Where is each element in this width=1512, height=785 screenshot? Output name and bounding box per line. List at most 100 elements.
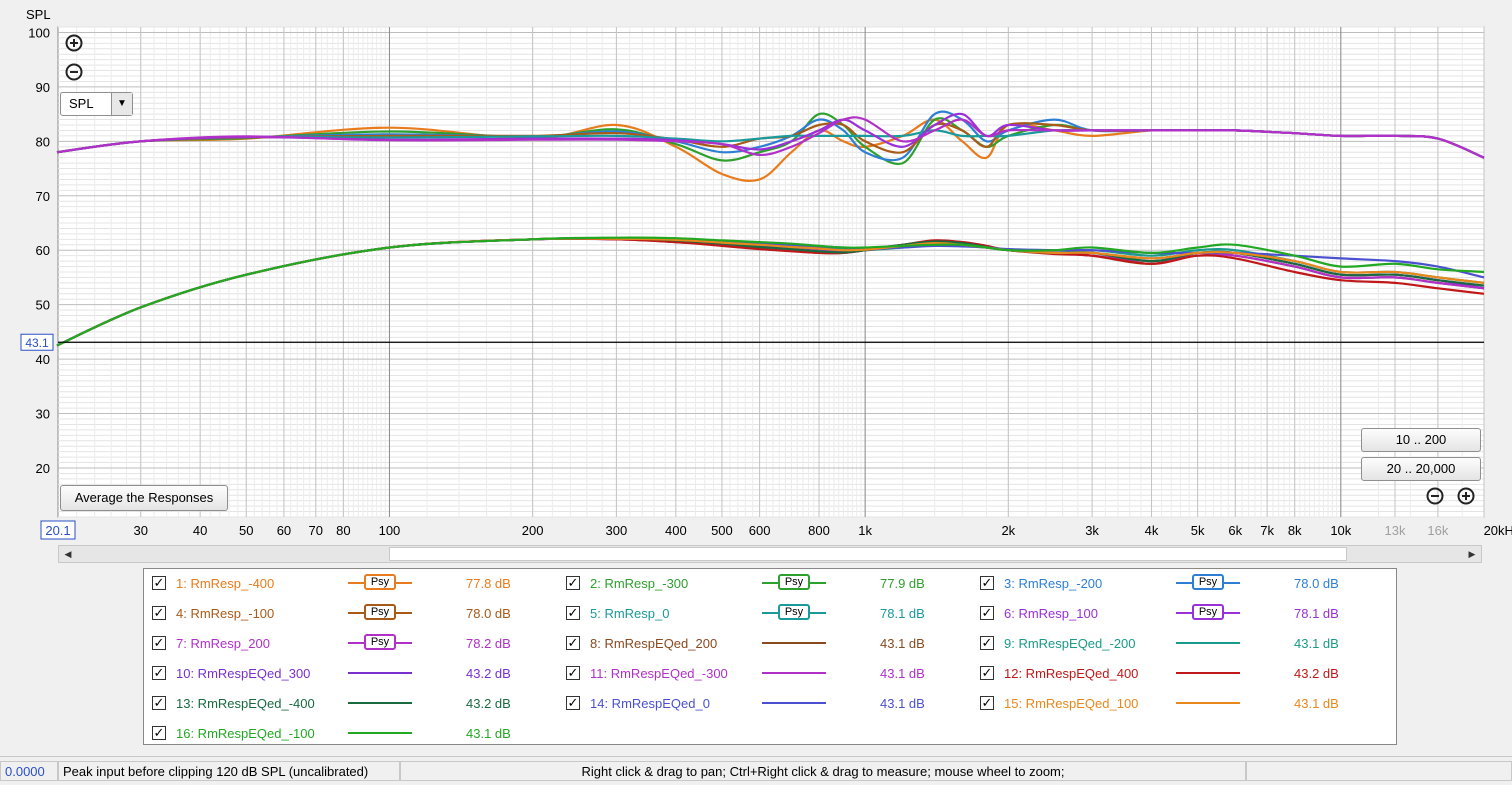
legend-swatch bbox=[1176, 642, 1240, 644]
psy-button[interactable]: Psy bbox=[364, 574, 396, 590]
x-tick-label: 20kHz bbox=[1484, 523, 1512, 538]
range-20-20000-button[interactable]: 20 .. 20,000 bbox=[1361, 457, 1481, 481]
legend-checkbox[interactable]: ✓ bbox=[980, 696, 994, 710]
legend-item: ✓ 6: RmResp_100 Psy 78.1 dB bbox=[976, 602, 1386, 624]
legend-swatch bbox=[1176, 672, 1240, 674]
legend-name: 11: RmRespEQed_-300 bbox=[590, 666, 728, 681]
range-10-200-button[interactable]: 10 .. 200 bbox=[1361, 428, 1481, 452]
psy-button[interactable]: Psy bbox=[1192, 604, 1224, 620]
legend-item: ✓ 8: RmRespEQed_200 43.1 dB bbox=[562, 632, 972, 654]
horizontal-scrollbar[interactable]: ◀ ▶ bbox=[58, 545, 1482, 563]
x-tick-label: 2k bbox=[1001, 523, 1015, 538]
y-tick-label: 100 bbox=[28, 25, 50, 40]
psy-button[interactable]: Psy bbox=[364, 634, 396, 650]
psy-button[interactable]: Psy bbox=[778, 574, 810, 590]
x-tick-label: 6k bbox=[1228, 523, 1242, 538]
legend-checkbox[interactable]: ✓ bbox=[566, 666, 580, 680]
legend-name: 16: RmRespEQed_-100 bbox=[176, 726, 315, 741]
x-start-label: 20.1 bbox=[45, 523, 70, 538]
status-empty bbox=[1246, 761, 1512, 781]
legend-swatch bbox=[762, 642, 826, 644]
legend-checkbox[interactable]: ✓ bbox=[980, 606, 994, 620]
legend-checkbox[interactable]: ✓ bbox=[152, 576, 166, 590]
legend-checkbox[interactable]: ✓ bbox=[566, 576, 580, 590]
legend-name: 4: RmResp_-100 bbox=[176, 606, 275, 621]
y-tick-label: 40 bbox=[36, 352, 50, 367]
x-tick-label: 7k bbox=[1260, 523, 1274, 538]
legend-checkbox[interactable]: ✓ bbox=[152, 696, 166, 710]
legend-item: ✓ 11: RmRespEQed_-300 43.1 dB bbox=[562, 662, 972, 684]
legend-name: 9: RmRespEQed_-200 bbox=[1004, 636, 1136, 651]
legend-checkbox[interactable]: ✓ bbox=[980, 666, 994, 680]
average-responses-button[interactable]: Average the Responses bbox=[60, 485, 228, 511]
y-tick-label: 30 bbox=[36, 407, 50, 422]
x-tick-label: 3k bbox=[1085, 523, 1099, 538]
x-tick-label: 10k bbox=[1330, 523, 1351, 538]
legend-checkbox[interactable]: ✓ bbox=[566, 696, 580, 710]
legend-swatch bbox=[348, 732, 412, 734]
legend-level: 78.1 dB bbox=[1294, 606, 1339, 621]
legend-item: ✓ 9: RmRespEQed_-200 43.1 dB bbox=[976, 632, 1386, 654]
legend-level: 78.1 dB bbox=[880, 606, 925, 621]
x-tick-label: 13k bbox=[1385, 523, 1406, 538]
x-tick-label: 1k bbox=[858, 523, 872, 538]
legend-swatch bbox=[762, 672, 826, 674]
legend-item: ✓ 15: RmRespEQed_100 43.1 dB bbox=[976, 692, 1386, 714]
legend-level: 43.2 dB bbox=[466, 696, 511, 711]
legend-level: 43.1 dB bbox=[466, 726, 511, 741]
grid bbox=[57, 26, 1485, 518]
legend-item: ✓ 5: RmResp_0 Psy 78.1 dB bbox=[562, 602, 972, 624]
spl-select[interactable]: SPL ▼ bbox=[60, 92, 133, 116]
legend-name: 8: RmRespEQed_200 bbox=[590, 636, 718, 651]
scroll-thumb[interactable] bbox=[389, 547, 1347, 561]
legend-item: ✓ 2: RmResp_-300 Psy 77.9 dB bbox=[562, 572, 972, 594]
scroll-right-arrow-icon[interactable]: ▶ bbox=[1463, 546, 1481, 562]
x-tick-label: 200 bbox=[522, 523, 544, 538]
cursor-value-label: 43.1 bbox=[25, 336, 49, 350]
legend-name: 13: RmRespEQed_-400 bbox=[176, 696, 315, 711]
legend-level: 78.0 dB bbox=[466, 606, 511, 621]
psy-button[interactable]: Psy bbox=[778, 604, 810, 620]
legend-item: ✓ 13: RmRespEQed_-400 43.2 dB bbox=[148, 692, 558, 714]
legend-level: 77.8 dB bbox=[466, 576, 511, 591]
legend-checkbox[interactable]: ✓ bbox=[980, 636, 994, 650]
x-tick-label: 5k bbox=[1191, 523, 1205, 538]
legend-item: ✓ 1: RmResp_-400 Psy 77.8 dB bbox=[148, 572, 558, 594]
legend-checkbox[interactable]: ✓ bbox=[980, 576, 994, 590]
chevron-down-icon[interactable]: ▼ bbox=[111, 93, 132, 115]
legend-checkbox[interactable]: ✓ bbox=[152, 726, 166, 740]
x-tick-label: 40 bbox=[193, 523, 207, 538]
psy-button[interactable]: Psy bbox=[1192, 574, 1224, 590]
legend-swatch bbox=[1176, 702, 1240, 704]
legend-checkbox[interactable]: ✓ bbox=[566, 606, 580, 620]
x-tick-label: 70 bbox=[309, 523, 323, 538]
legend-checkbox[interactable]: ✓ bbox=[152, 606, 166, 620]
x-tick-label: 50 bbox=[239, 523, 253, 538]
legend-name: 14: RmRespEQed_0 bbox=[590, 696, 710, 711]
status-peak: Peak input before clipping 120 dB SPL (u… bbox=[58, 761, 400, 781]
x-tick-label: 8k bbox=[1288, 523, 1302, 538]
legend-checkbox[interactable]: ✓ bbox=[566, 636, 580, 650]
chart[interactable]: 20 30 40 50 60 70 80 90 100 30 40 50 60 70 80 100 200 300… bbox=[0, 0, 1512, 545]
y-tick-label: 20 bbox=[36, 461, 50, 476]
x-tick-label: 600 bbox=[749, 523, 771, 538]
x-tick-label: 500 bbox=[711, 523, 733, 538]
scroll-left-arrow-icon[interactable]: ◀ bbox=[59, 546, 77, 562]
x-tick-label: 400 bbox=[665, 523, 687, 538]
x-tick-label: 4k bbox=[1145, 523, 1159, 538]
legend-level: 77.9 dB bbox=[880, 576, 925, 591]
legend: ✓ 1: RmResp_-400 Psy 77.8 dB ✓ 2: RmResp_-300… bbox=[143, 568, 1397, 745]
y-tick-label: 80 bbox=[36, 134, 50, 149]
y-tick-label: 70 bbox=[36, 189, 50, 204]
legend-level: 43.1 dB bbox=[1294, 696, 1339, 711]
y-axis-title: SPL bbox=[26, 7, 51, 22]
legend-name: 10: RmRespEQed_300 bbox=[176, 666, 311, 681]
legend-checkbox[interactable]: ✓ bbox=[152, 636, 166, 650]
legend-name: 15: RmRespEQed_100 bbox=[1004, 696, 1139, 711]
legend-checkbox[interactable]: ✓ bbox=[152, 666, 166, 680]
legend-item: ✓ 7: RmResp_200 Psy 78.2 dB bbox=[148, 632, 558, 654]
legend-level: 43.1 dB bbox=[1294, 636, 1339, 651]
legend-swatch bbox=[762, 702, 826, 704]
legend-name: 2: RmResp_-300 bbox=[590, 576, 689, 591]
psy-button[interactable]: Psy bbox=[364, 604, 396, 620]
